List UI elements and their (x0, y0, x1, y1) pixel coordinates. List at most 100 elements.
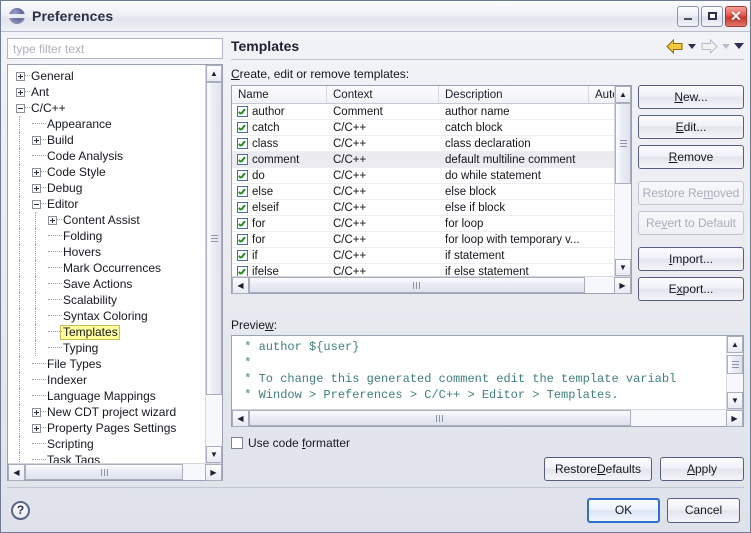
preview-scroll-track[interactable] (727, 353, 743, 392)
template-enabled-checkbox[interactable] (237, 234, 248, 245)
preview-hscroll-track[interactable] (249, 410, 726, 426)
column-header-description[interactable]: Description (439, 86, 589, 103)
tree-expand-icon[interactable] (28, 132, 46, 148)
table-row[interactable]: comment C/C++ default multiline comment on (232, 152, 614, 168)
restore-defaults-button[interactable]: Restore Defaults (543, 457, 652, 481)
template-enabled-checkbox[interactable] (237, 218, 248, 229)
template-enabled-checkbox[interactable] (237, 138, 248, 149)
preview-scroll-right-icon[interactable]: ▶ (726, 410, 743, 427)
tree-item-appearance[interactable]: Appearance (12, 116, 205, 132)
cancel-button[interactable]: Cancel (667, 497, 740, 523)
back-history-dropdown-icon[interactable] (688, 43, 696, 49)
tree-item-ant[interactable]: Ant (12, 84, 205, 100)
preview-vertical-scrollbar[interactable]: ▲ ▼ (726, 336, 743, 409)
tree-vertical-scrollbar[interactable]: ▲ ▼ (205, 65, 222, 463)
tree-item-task-tags[interactable]: Task Tags (12, 452, 205, 463)
button-remove[interactable]: Remove (638, 145, 744, 169)
preview-hscroll-thumb[interactable] (249, 410, 631, 426)
minimize-button[interactable] (677, 5, 699, 27)
tree-item-templates[interactable]: Templates (12, 324, 205, 340)
table-row[interactable]: elseif C/C++ else if block on (232, 200, 614, 216)
template-enabled-checkbox[interactable] (237, 154, 248, 165)
back-arrow-icon[interactable] (666, 38, 684, 54)
template-enabled-checkbox[interactable] (237, 250, 248, 261)
preview-horizontal-scrollbar[interactable]: ◀ ▶ (232, 409, 743, 427)
tree-item-general[interactable]: General (12, 68, 205, 84)
tree-item-c-c-[interactable]: C/C++ (12, 100, 205, 116)
scroll-up-icon[interactable]: ▲ (206, 65, 222, 82)
tree-scroll-thumb[interactable] (206, 82, 222, 396)
tree-collapse-icon[interactable] (12, 100, 30, 116)
preview-scroll-left-icon[interactable]: ◀ (232, 410, 249, 427)
tree-item-file-types[interactable]: File Types (12, 356, 205, 372)
tree-item-build[interactable]: Build (12, 132, 205, 148)
tree-item-debug[interactable]: Debug (12, 180, 205, 196)
tree-hscroll-thumb[interactable] (25, 464, 184, 480)
close-button[interactable]: ✕ (725, 5, 747, 27)
table-scroll-left-icon[interactable]: ◀ (232, 277, 249, 294)
template-enabled-checkbox[interactable] (237, 202, 248, 213)
tree-item-new-cdt-project-wizard[interactable]: New CDT project wizard (12, 404, 205, 420)
tree-scroll-track[interactable] (206, 82, 222, 446)
filter-input[interactable] (7, 38, 223, 59)
tree-expand-icon[interactable] (28, 404, 46, 420)
template-enabled-checkbox[interactable] (237, 170, 248, 181)
table-scroll-down-icon[interactable]: ▼ (615, 259, 631, 276)
table-row[interactable]: ifelse C/C++ if else statement on (232, 264, 614, 276)
tree-item-editor[interactable]: Editor (12, 196, 205, 212)
column-header-context[interactable]: Context (327, 86, 439, 103)
table-row[interactable]: author Comment author name on (232, 104, 614, 120)
table-row[interactable]: class C/C++ class declaration on (232, 136, 614, 152)
tree-expand-icon[interactable] (28, 180, 46, 196)
tree-item-save-actions[interactable]: Save Actions (12, 276, 205, 292)
table-scroll-thumb[interactable] (615, 103, 631, 185)
help-icon[interactable]: ? (11, 500, 30, 520)
tree-item-scalability[interactable]: Scalability (12, 292, 205, 308)
table-hscroll-thumb[interactable] (249, 277, 585, 293)
tree-item-content-assist[interactable]: Content Assist (12, 212, 205, 228)
scroll-down-icon[interactable]: ▼ (206, 446, 222, 463)
button-edit[interactable]: Edit... (638, 115, 744, 139)
tree-item-hovers[interactable]: Hovers (12, 244, 205, 260)
tree-item-syntax-coloring[interactable]: Syntax Coloring (12, 308, 205, 324)
tree-hscroll-track[interactable] (25, 464, 205, 480)
table-hscroll-track[interactable] (249, 277, 614, 293)
tree-item-code-analysis[interactable]: Code Analysis (12, 148, 205, 164)
column-header-auto-in-[interactable]: Auto In. (589, 86, 614, 103)
tree-item-mark-occurrences[interactable]: Mark Occurrences (12, 260, 205, 276)
table-scroll-right-icon[interactable]: ▶ (614, 277, 631, 294)
tree-expand-icon[interactable] (28, 164, 46, 180)
tree-item-typing[interactable]: Typing (12, 340, 205, 356)
maximize-button[interactable] (701, 5, 723, 27)
template-enabled-checkbox[interactable] (237, 186, 248, 197)
template-enabled-checkbox[interactable] (237, 122, 248, 133)
tree-horizontal-scrollbar[interactable]: ◀ ▶ (8, 463, 222, 481)
tree-expand-icon[interactable] (12, 84, 30, 100)
preview-scroll-thumb[interactable] (727, 354, 743, 374)
preview-scroll-up-icon[interactable]: ▲ (727, 336, 743, 353)
tree-item-folding[interactable]: Folding (12, 228, 205, 244)
view-menu-dropdown-icon[interactable] (734, 43, 744, 49)
use-code-formatter-checkbox[interactable] (231, 437, 243, 449)
button-import[interactable]: Import... (638, 247, 744, 271)
scroll-left-icon[interactable]: ◀ (8, 464, 25, 481)
tree-item-scripting[interactable]: Scripting (12, 436, 205, 452)
table-row[interactable]: else C/C++ else block on (232, 184, 614, 200)
tree-item-code-style[interactable]: Code Style (12, 164, 205, 180)
template-enabled-checkbox[interactable] (237, 106, 248, 117)
tree-item-language-mappings[interactable]: Language Mappings (12, 388, 205, 404)
table-row[interactable]: do C/C++ do while statement on (232, 168, 614, 184)
table-row[interactable]: if C/C++ if statement on (232, 248, 614, 264)
table-horizontal-scrollbar[interactable]: ◀ ▶ (232, 276, 631, 294)
use-code-formatter-row[interactable]: Use code formatter (231, 436, 744, 450)
table-row[interactable]: for C/C++ for loop on (232, 216, 614, 232)
table-row[interactable]: for C/C++ for loop with temporary v... on (232, 232, 614, 248)
table-scroll-track[interactable] (615, 103, 631, 259)
tree-item-indexer[interactable]: Indexer (12, 372, 205, 388)
tree-item-property-pages-settings[interactable]: Property Pages Settings (12, 420, 205, 436)
table-row[interactable]: catch C/C++ catch block on (232, 120, 614, 136)
table-vertical-scrollbar[interactable]: ▲ ▼ (614, 86, 631, 276)
column-header-name[interactable]: Name (232, 86, 327, 103)
scroll-right-icon[interactable]: ▶ (205, 464, 222, 481)
template-enabled-checkbox[interactable] (237, 266, 248, 276)
